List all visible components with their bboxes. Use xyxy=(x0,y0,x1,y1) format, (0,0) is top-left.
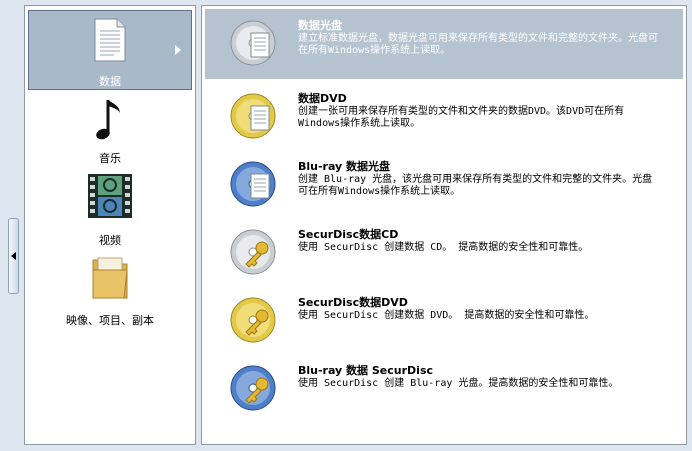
item-title: 数据DVD xyxy=(298,92,347,105)
chevron-right-icon xyxy=(175,45,181,55)
item-description: 建立标准数据光盘，数据光盘可用来保存所有类型的文件和完整的文件夹。光盘可在所有W… xyxy=(298,33,658,56)
list-item-bluray-data[interactable]: Blu-ray 数据光盘 创建 Blu-ray 光盘，该光盘可用来保存所有类型的… xyxy=(205,150,683,216)
item-description: 创建一张可用来保存所有类型的文件和文件夹的数据DVD。该DVD可在所有Windo… xyxy=(298,106,625,129)
list-item-securdisc-bluray[interactable]: Blu-ray 数据 SecurDisc 使用 SecurDisc 创建 Blu… xyxy=(205,354,683,420)
category-image-project[interactable]: 映像、项目、副本 xyxy=(25,250,195,327)
item-description: 使用 SecurDisc 创建 Blu-ray 光盘。提高数据的安全性和可靠性。 xyxy=(298,378,619,389)
list-item-securdisc-cd[interactable]: SecurDisc数据CD 使用 SecurDisc 创建数据 CD。 提高数据… xyxy=(205,218,683,284)
data-dvd-icon xyxy=(230,93,276,139)
document-icon xyxy=(94,18,126,62)
category-data[interactable]: 数据 xyxy=(28,10,192,90)
list-item-data-cd[interactable]: 数据光盘 建立标准数据光盘，数据光盘可用来保存所有类型的文件和完整的文件夹。光盘… xyxy=(205,9,683,79)
item-description: 使用 SecurDisc 创建数据 DVD。 提高数据的安全性和可靠性。 xyxy=(298,310,595,321)
category-label: 音乐 xyxy=(99,152,121,165)
category-label: 数据 xyxy=(99,75,121,88)
collapse-sidebar-tab[interactable] xyxy=(8,218,19,294)
list-item-securdisc-dvd[interactable]: SecurDisc数据DVD 使用 SecurDisc 创建数据 DVD。 提高… xyxy=(205,286,683,352)
securdisc-cd-icon xyxy=(230,229,276,275)
item-title: Blu-ray 数据 SecurDisc xyxy=(298,364,434,377)
film-icon xyxy=(88,174,132,218)
securdisc-bluray-icon xyxy=(230,365,276,411)
category-video[interactable]: 视频 xyxy=(25,170,195,247)
folder-icon xyxy=(92,257,128,299)
item-description: 使用 SecurDisc 创建数据 CD。 提高数据的安全性和可靠性。 xyxy=(298,242,589,253)
item-title: 数据光盘 xyxy=(298,19,342,32)
item-title: Blu-ray 数据光盘 xyxy=(298,160,391,173)
category-music[interactable]: 音乐 xyxy=(25,94,195,165)
category-label: 映像、项目、副本 xyxy=(66,314,154,327)
bluray-icon xyxy=(230,161,276,207)
list-item-data-dvd[interactable]: 数据DVD 创建一张可用来保存所有类型的文件和文件夹的数据DVD。该DVD可在所… xyxy=(205,82,683,148)
chevron-left-icon xyxy=(11,252,16,260)
item-list-panel: 数据光盘 建立标准数据光盘，数据光盘可用来保存所有类型的文件和完整的文件夹。光盘… xyxy=(201,5,687,445)
item-description: 创建 Blu-ray 光盘，该光盘可用来保存所有类型的文件和完整的文件夹。光盘可… xyxy=(298,174,653,197)
securdisc-dvd-icon xyxy=(230,297,276,343)
item-title: SecurDisc数据DVD xyxy=(298,296,408,309)
data-cd-icon xyxy=(230,20,276,66)
category-label: 视频 xyxy=(99,234,121,247)
music-note-icon xyxy=(96,100,120,140)
category-panel: 数据 音乐 视频 映像、项目、副本 xyxy=(24,5,196,445)
item-title: SecurDisc数据CD xyxy=(298,228,399,241)
